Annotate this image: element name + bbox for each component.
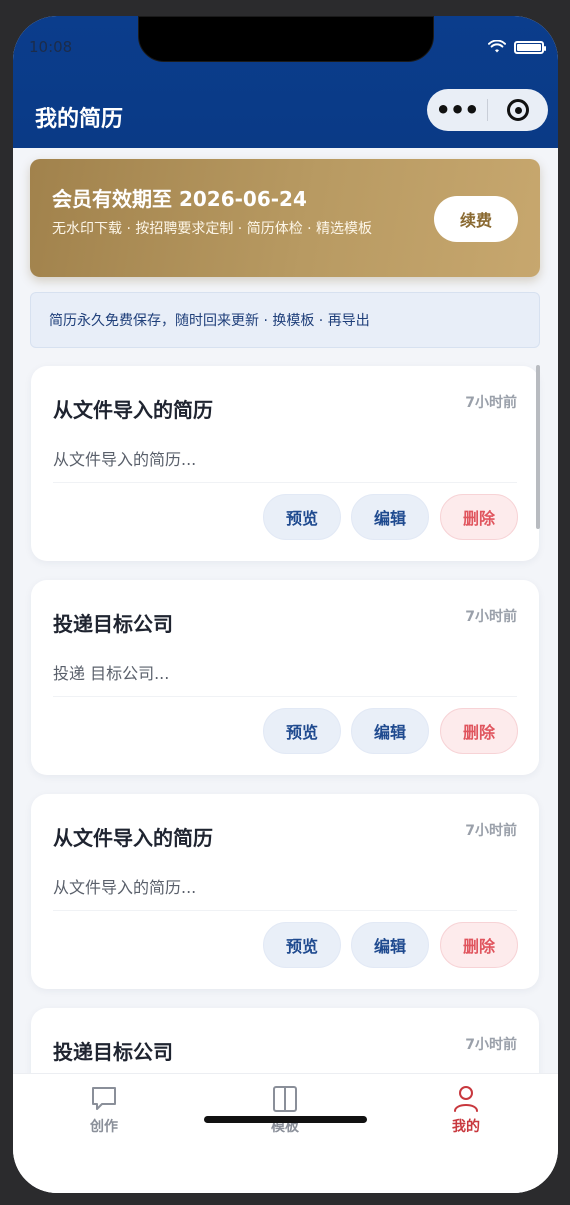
navigation-header: 10:08 我的简历 ••• (13, 16, 558, 148)
status-time: 10:08 (29, 38, 73, 56)
target-icon (507, 99, 529, 121)
resume-time: 7小时前 (465, 395, 517, 411)
tab-templates[interactable]: 模板 (235, 1084, 335, 1136)
resume-time: 7小时前 (465, 823, 517, 839)
page-title: 我的简历 (35, 107, 124, 132)
more-menu-button[interactable]: ••• (427, 89, 487, 131)
tab-label: 我的 (452, 1119, 480, 1135)
membership-expiry: 会员有效期至 2026-06-24 (52, 187, 307, 211)
card-divider (53, 910, 517, 911)
edit-button[interactable]: 编辑 (351, 922, 429, 968)
device-notch (138, 16, 434, 62)
resume-title: 从文件导入的简历 (53, 826, 213, 850)
membership-card: 会员有效期至 2026-06-24 无水印下载 · 按招聘要求定制 · 简历体检… (30, 159, 540, 277)
resume-card[interactable]: 从文件导入的简历 7小时前 从文件导入的简历... 预览 编辑 删除 (31, 366, 539, 561)
resume-description: 投递 目标公司... (53, 664, 170, 683)
resume-title: 投递目标公司 (53, 612, 173, 636)
resume-card[interactable]: 从文件导入的简历 7小时前 从文件导入的简历... 预览 编辑 删除 (31, 794, 539, 989)
delete-button[interactable]: 删除 (440, 494, 518, 540)
bottom-tab-bar: 创作 模板 我的 (13, 1073, 558, 1193)
chat-bubble-icon (92, 1087, 116, 1110)
battery-icon (514, 40, 546, 54)
scrollbar-thumb[interactable] (536, 365, 540, 529)
resume-card[interactable]: 投递目标公司 7小时前 投递 目标公司... 预览 编辑 删除 (31, 580, 539, 775)
resume-title: 从文件导入的简历 (53, 398, 213, 422)
preview-button[interactable]: 预览 (263, 494, 341, 540)
phone-screen: 10:08 我的简历 ••• 会员有效期至 2026-06-24 无水印下载 ·… (13, 16, 558, 1193)
info-notice: 简历永久免费保存，随时回来更新 · 换模板 · 再导出 (30, 292, 540, 348)
resume-time: 7小时前 (465, 609, 517, 625)
resume-title: 投递目标公司 (53, 1040, 173, 1064)
delete-button[interactable]: 删除 (440, 708, 518, 754)
edit-button[interactable]: 编辑 (351, 708, 429, 754)
close-miniprogram-button[interactable] (488, 99, 548, 121)
template-icon (273, 1086, 297, 1112)
preview-button[interactable]: 预览 (263, 922, 341, 968)
card-divider (53, 696, 517, 697)
edit-button[interactable]: 编辑 (351, 494, 429, 540)
tab-mine[interactable]: 我的 (416, 1084, 516, 1136)
wifi-icon (488, 40, 506, 53)
renew-button[interactable]: 续费 (434, 196, 518, 242)
resume-time: 7小时前 (465, 1037, 517, 1053)
card-divider (53, 482, 517, 483)
resume-description: 从文件导入的简历... (53, 450, 197, 469)
membership-perks: 无水印下载 · 按招聘要求定制 · 简历体检 · 精选模板 (52, 221, 373, 237)
preview-button[interactable]: 预览 (263, 708, 341, 754)
home-indicator (204, 1116, 367, 1123)
user-icon (454, 1086, 478, 1112)
mini-program-capsule: ••• (427, 89, 548, 131)
tab-create[interactable]: 创作 (54, 1084, 154, 1136)
tab-label: 创作 (90, 1119, 118, 1135)
resume-description: 从文件导入的简历... (53, 878, 197, 897)
status-indicators (488, 40, 546, 54)
delete-button[interactable]: 删除 (440, 922, 518, 968)
